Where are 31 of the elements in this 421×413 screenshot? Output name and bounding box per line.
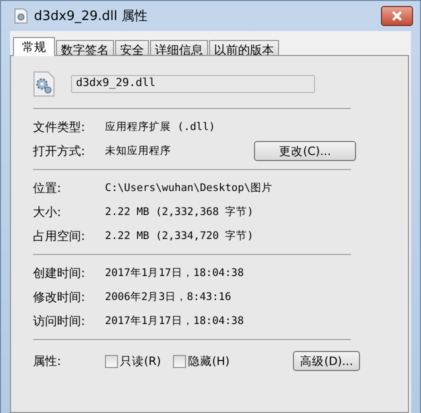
field-value: 2017年1月17日，18:04:38 (105, 314, 245, 328)
field-label: 文件类型: (33, 118, 86, 136)
advanced-button[interactable]: 高级(D)... (293, 351, 360, 371)
tab[interactable]: 数字签名 (56, 40, 114, 55)
field-label: 属性: (33, 352, 62, 370)
tab[interactable]: 常规 (13, 37, 55, 56)
tab[interactable]: 安全 (115, 40, 149, 55)
window-title: d3dx9_29.dll 属性 (34, 8, 149, 25)
field-label: 占用空间: (33, 228, 86, 244)
checkbox[interactable]: 只读(R) (105, 354, 161, 368)
field-value: 应用程序扩展 (.dll) (105, 120, 216, 134)
field-value: 2.22 MB (2,334,720 字节) (105, 229, 254, 243)
file-icon (14, 8, 28, 24)
field-label: 大小: (33, 204, 62, 220)
field-label: 位置: (33, 180, 62, 196)
file-name-field[interactable]: d3dx9_29.dll (71, 75, 315, 93)
field-value: 2.22 MB (2,332,368 字节) (105, 205, 254, 219)
field-label: 打开方式: (33, 142, 86, 160)
field-label: 创建时间: (33, 264, 86, 282)
close-icon (391, 11, 403, 21)
change-button[interactable]: 更改(C)... (254, 141, 356, 161)
field-value: C:\Users\wuhan\Desktop\图片 (105, 181, 274, 195)
field-label: 修改时间: (33, 288, 86, 306)
checkbox[interactable]: 隐藏(H) (172, 354, 230, 368)
field-label: 访问时间: (33, 312, 86, 330)
tab[interactable]: 以前的版本 (209, 40, 279, 55)
field-value: 2017年1月17日，18:04:38 (105, 266, 245, 280)
close-button[interactable] (381, 6, 413, 26)
gear-file-icon (33, 71, 55, 97)
field-value: 2006年2月3日，8:43:16 (105, 290, 232, 304)
field-value: 未知应用程序 (105, 144, 172, 158)
